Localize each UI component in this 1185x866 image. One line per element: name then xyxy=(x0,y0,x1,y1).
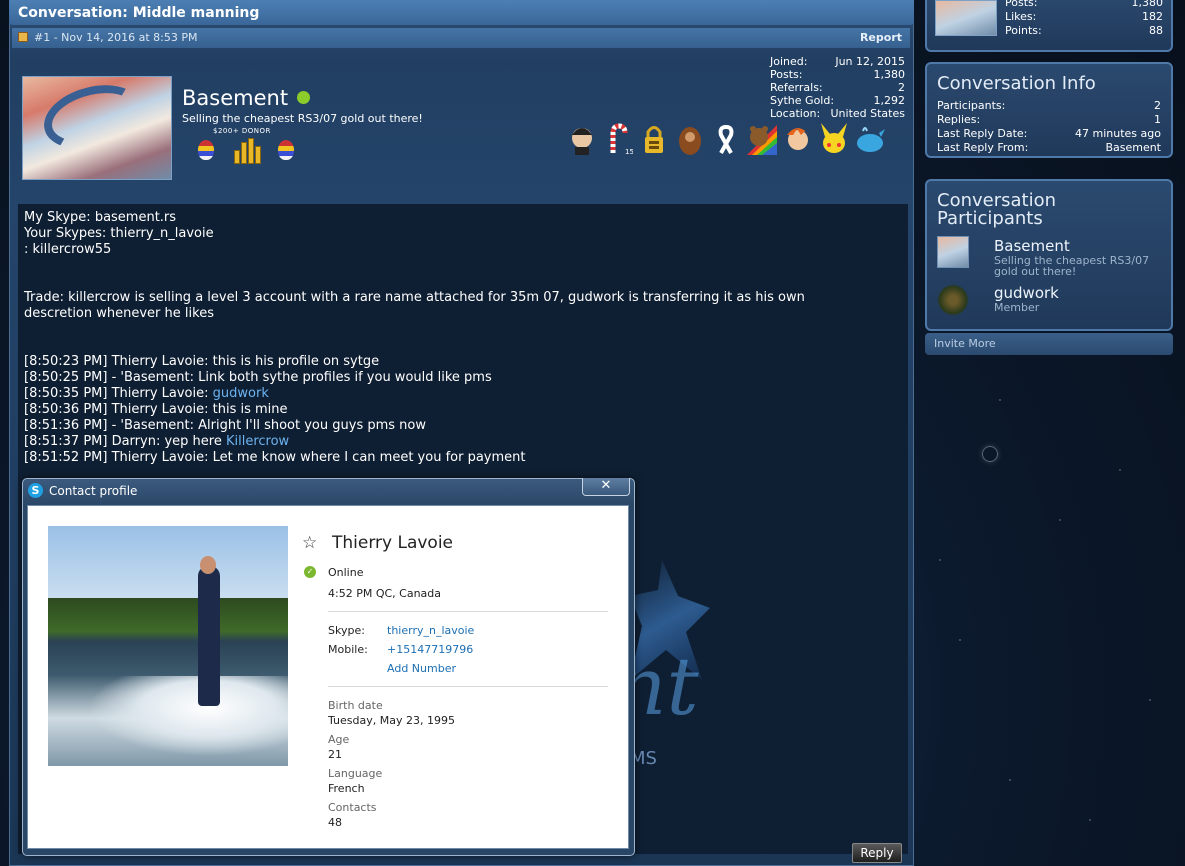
message-line: My Skype: basement.rs xyxy=(24,210,177,225)
conversation-title: Conversation: Middle manning xyxy=(9,0,914,25)
archer-face-icon[interactable] xyxy=(566,122,598,156)
stat-location: Location: United States xyxy=(770,107,905,120)
sidebar-user-stats: Posts: 1,380 Likes: 182 Points: 88 xyxy=(1005,0,1163,37)
gold-stack-icon xyxy=(232,136,264,164)
participant-name[interactable]: gudwork xyxy=(994,284,1059,302)
skype-label: Skype: xyxy=(328,624,365,637)
reply-button[interactable]: Reply xyxy=(852,843,902,863)
message-line: : killercrow55 xyxy=(24,242,112,257)
birth-date-label: Birth date xyxy=(328,699,383,712)
chat-line: [8:50:23 PM] Thierry Lavoie: this is his… xyxy=(24,354,380,369)
bear-rainbow-icon[interactable] xyxy=(746,122,778,156)
ribbon-icon[interactable] xyxy=(710,122,742,156)
online-status-icon xyxy=(297,91,310,104)
skype-icon: S xyxy=(28,483,43,498)
post-header-bar: #1 - Nov 14, 2016 at 8:53 PM Report xyxy=(12,28,910,48)
skype-id-link[interactable]: thierry_n_lavoie xyxy=(387,624,474,637)
author-username[interactable]: Basement xyxy=(182,86,288,110)
participant-name[interactable]: Basement xyxy=(994,237,1070,255)
author-avatar[interactable] xyxy=(22,76,172,180)
message-line: Trade: killercrow is selling a level 3 a… xyxy=(24,290,805,305)
close-button[interactable]: ✕ xyxy=(582,478,630,496)
message-text: My Skype: basement.rs Your Skypes: thier… xyxy=(24,210,904,466)
age-label: Age xyxy=(328,733,350,746)
chat-line: [8:51:52 PM] Thierry Lavoie: Let me know… xyxy=(24,450,526,465)
stat-sythe-gold: Sythe Gold: 1,292 xyxy=(770,94,905,107)
contact-photo xyxy=(48,526,288,766)
chat-line: [8:51:37 PM] Darryn: yep here Killercrow xyxy=(24,434,290,449)
chat-line: [8:51:36 PM] - 'Basement: Alright I'll s… xyxy=(24,418,426,433)
participant-title: gold out there! xyxy=(994,265,1077,278)
birth-date-value: Tuesday, May 23, 1995 xyxy=(328,714,455,727)
favorite-star-icon[interactable]: ☆ xyxy=(302,533,317,553)
trophy-row: 15 xyxy=(566,122,886,158)
author-stats: Joined: Jun 12, 2015 Posts: 1,380 Referral… xyxy=(770,55,905,120)
chat-line: [8:50:25 PM] - 'Basement: Link both syth… xyxy=(24,370,492,385)
info-replies: Replies: 1 xyxy=(937,113,1161,126)
mobile-number-link[interactable]: +15147719796 xyxy=(387,643,473,656)
info-participants: Participants: 2 xyxy=(937,99,1161,112)
info-last-reply-from: Last Reply From: Basement xyxy=(937,141,1161,154)
post-icon xyxy=(18,32,28,42)
contacts-value: 48 xyxy=(328,816,342,829)
participant-avatar[interactable] xyxy=(937,236,969,268)
conversation-info-title: Conversation Info xyxy=(937,73,1096,94)
mobile-label: Mobile: xyxy=(328,643,368,656)
contact-local-time: 4:52 PM QC, Canada xyxy=(328,587,442,600)
invite-more-button[interactable]: Invite More xyxy=(925,333,1173,355)
pikachu-icon[interactable] xyxy=(818,122,850,156)
candy-cane-icon[interactable]: 15 xyxy=(602,122,634,156)
killercrow-link[interactable]: Killercrow xyxy=(226,434,289,449)
donor-label: $200+ DONOR xyxy=(213,127,271,135)
message-line: descretion whenever he likes xyxy=(24,306,214,321)
stat-posts: Posts: 1,380 xyxy=(770,68,905,81)
language-value: French xyxy=(328,782,365,795)
post-number-date[interactable]: #1 - Nov 14, 2016 at 8:53 PM xyxy=(34,31,198,44)
online-check-icon: ✓ xyxy=(304,566,316,578)
bigfoot-icon[interactable] xyxy=(674,122,706,156)
participant-avatar[interactable] xyxy=(937,284,969,316)
message-line: Your Skypes: thierry_n_lavoie xyxy=(24,226,214,241)
report-link[interactable]: Report xyxy=(860,31,902,44)
chat-line: [8:50:35 PM] Thierry Lavoie: gudwork xyxy=(24,386,269,401)
add-number-link[interactable]: Add Number xyxy=(387,662,456,675)
chat-line: [8:50:36 PM] Thierry Lavoie: this is min… xyxy=(24,402,288,417)
fry-face-icon[interactable] xyxy=(782,122,814,156)
svg-text:15: 15 xyxy=(625,148,633,155)
contact-status: Online xyxy=(328,566,364,579)
avatar-dragon-shape xyxy=(36,77,150,159)
planet-decoration xyxy=(982,446,998,462)
easter-egg-icon xyxy=(198,140,214,160)
stat-joined: Joined: Jun 12, 2015 xyxy=(770,55,905,68)
dialog-title: Contact profile xyxy=(49,484,138,498)
participants-title-line2: Participants xyxy=(937,208,1043,229)
info-last-reply-date: Last Reply Date: 47 minutes ago xyxy=(937,127,1161,140)
contact-name: Thierry Lavoie xyxy=(332,533,454,553)
author-user-title: Selling the cheapest RS3/07 gold out the… xyxy=(182,112,423,125)
gudwork-link[interactable]: gudwork xyxy=(213,386,269,401)
whale-icon[interactable] xyxy=(854,122,886,156)
language-label: Language xyxy=(328,767,383,780)
age-value: 21 xyxy=(328,748,342,761)
stat-referrals: Referrals: 2 xyxy=(770,81,905,94)
sidebar-avatar[interactable] xyxy=(935,0,997,36)
padlock-icon[interactable] xyxy=(638,122,670,156)
divider xyxy=(328,611,608,612)
contacts-label: Contacts xyxy=(328,801,377,814)
easter-egg-icon xyxy=(278,140,294,160)
divider xyxy=(328,686,608,687)
participant-title: Member xyxy=(994,301,1040,314)
